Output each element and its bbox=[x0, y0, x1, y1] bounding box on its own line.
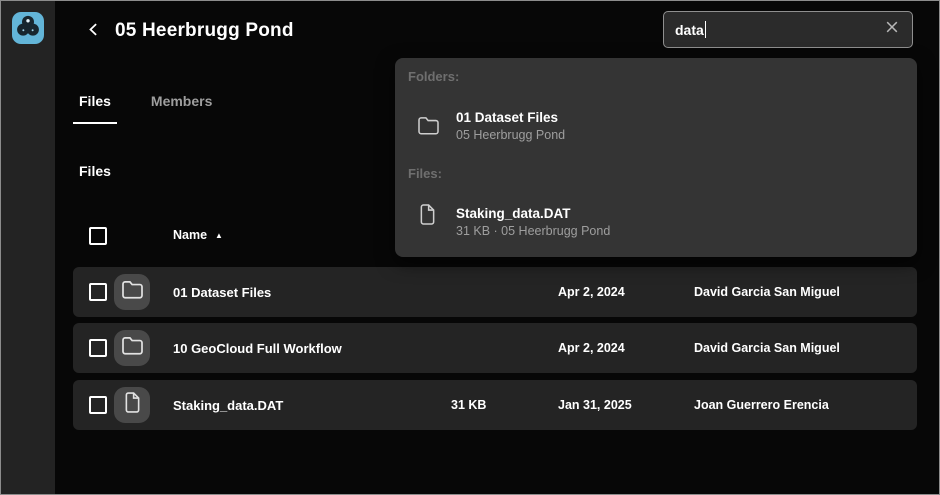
name-column-header[interactable]: Name ▲ bbox=[173, 228, 223, 242]
chevron-left-icon bbox=[86, 22, 101, 42]
row-date: Apr 2, 2024 bbox=[558, 267, 625, 317]
select-all-checkbox[interactable] bbox=[89, 227, 107, 245]
folders-group-label: Folders: bbox=[408, 69, 459, 84]
sort-asc-icon: ▲ bbox=[215, 231, 223, 240]
file-icon bbox=[419, 204, 436, 230]
row-icon-chip bbox=[114, 387, 150, 423]
close-icon bbox=[885, 20, 899, 39]
row-owner: David Garcia San Miguel bbox=[694, 323, 840, 373]
search-results-dropdown: Folders: 01 Dataset Files 05 Heerbrugg P… bbox=[395, 58, 917, 257]
tab-bar: Files Members bbox=[73, 91, 218, 124]
tab-members[interactable]: Members bbox=[145, 91, 218, 124]
row-date: Apr 2, 2024 bbox=[558, 323, 625, 373]
files-group-label: Files: bbox=[408, 166, 442, 181]
folder-icon bbox=[417, 116, 440, 140]
name-header-label: Name bbox=[173, 228, 207, 242]
row-owner: David Garcia San Miguel bbox=[694, 267, 840, 317]
text-caret bbox=[705, 21, 707, 38]
tab-files[interactable]: Files bbox=[73, 91, 117, 124]
row-size: 31 KB bbox=[451, 380, 486, 430]
row-checkbox[interactable] bbox=[89, 396, 107, 414]
page-title: 05 Heerbrugg Pond bbox=[115, 20, 294, 42]
app-window: 05 Heerbrugg Pond data Files Members Fil… bbox=[0, 0, 940, 495]
table-row[interactable]: 10 GeoCloud Full Workflow Apr 2, 2024 Da… bbox=[73, 323, 917, 373]
table-row[interactable]: 01 Dataset Files Apr 2, 2024 David Garci… bbox=[73, 267, 917, 317]
result-meta: 31 KB · 05 Heerbrugg Pond bbox=[456, 224, 610, 238]
table-row[interactable]: Staking_data.DAT 31 KB Jan 31, 2025 Joan… bbox=[73, 380, 917, 430]
row-icon-chip bbox=[114, 330, 150, 366]
row-name: 01 Dataset Files bbox=[173, 267, 271, 317]
result-name: 01 Dataset Files bbox=[456, 110, 558, 125]
search-input[interactable]: data bbox=[663, 11, 913, 48]
row-checkbox[interactable] bbox=[89, 283, 107, 301]
row-date: Jan 31, 2025 bbox=[558, 380, 632, 430]
file-icon bbox=[124, 392, 141, 418]
geocloud-logo-icon bbox=[15, 13, 41, 44]
app-logo[interactable] bbox=[12, 12, 44, 44]
clear-search-button[interactable] bbox=[883, 21, 901, 39]
result-name: Staking_data.DAT bbox=[456, 206, 571, 221]
row-name: 10 GeoCloud Full Workflow bbox=[173, 323, 342, 373]
folder-icon bbox=[121, 336, 144, 360]
sidebar bbox=[1, 1, 55, 494]
row-owner: Joan Guerrero Erencia bbox=[694, 380, 829, 430]
folder-icon bbox=[121, 280, 144, 304]
search-value: data bbox=[675, 22, 704, 38]
result-meta: 05 Heerbrugg Pond bbox=[456, 128, 565, 142]
row-checkbox[interactable] bbox=[89, 339, 107, 357]
row-icon-chip bbox=[114, 274, 150, 310]
back-button[interactable] bbox=[83, 22, 103, 42]
row-name: Staking_data.DAT bbox=[173, 380, 283, 430]
files-section-title: Files bbox=[79, 163, 111, 179]
